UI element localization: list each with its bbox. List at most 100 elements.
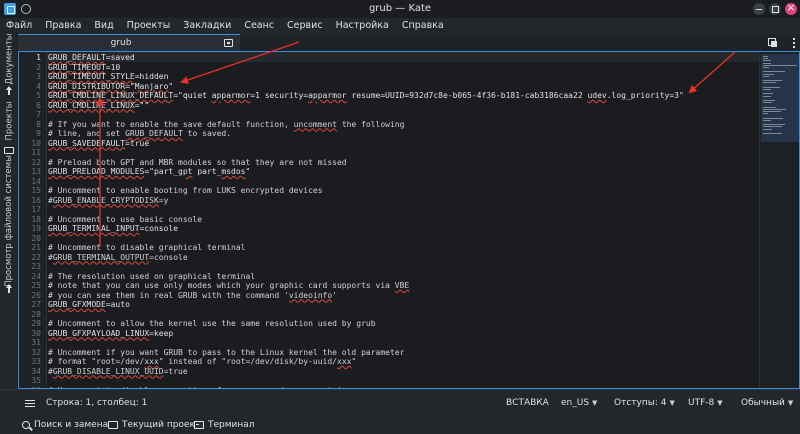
minimap-line: [763, 71, 786, 73]
tab-bar: grub: [18, 34, 800, 51]
code-line[interactable]: # format "root=/dev/xxx" instead of "roo…: [48, 357, 356, 367]
minimap-line: [763, 126, 783, 128]
indent-label: Отступы: 4: [614, 398, 667, 408]
code-line[interactable]: # Uncomment if you want GRUB to pass to …: [48, 348, 404, 358]
menu-bookmarks[interactable]: Закладки: [183, 18, 231, 34]
minimap-line: [763, 102, 772, 104]
upload-icon[interactable]: [4, 284, 14, 293]
cursor-position[interactable]: Строка: 1, столбец: 1: [46, 390, 147, 417]
chevron-down-icon: ▼: [717, 399, 723, 407]
code-line[interactable]: #GRUB_TERMINAL_OUTPUT=console: [48, 253, 188, 263]
menu-settings[interactable]: Настройка: [336, 18, 389, 34]
minimap-line: [763, 64, 797, 66]
code-line[interactable]: GRUB_CMDLINE_LINUX="": [48, 101, 149, 111]
encoding-setting[interactable]: UTF-8 ▼: [688, 390, 723, 417]
input-mode[interactable]: ВСТАВКА: [506, 390, 549, 417]
chevron-down-icon: ▼: [592, 399, 598, 407]
code-line[interactable]: # Uncomment to use basic console: [48, 215, 202, 225]
minimap-line: [763, 80, 782, 82]
menu-sessions[interactable]: Сеанс: [244, 18, 274, 34]
close-button[interactable]: [785, 2, 797, 15]
code-line[interactable]: GRUB_TERMINAL_INPUT=console: [48, 224, 178, 234]
left-sidebar: Документы Проекты Просмотр файловой сист…: [0, 34, 18, 389]
folder-icon: [108, 421, 118, 429]
code-line[interactable]: #GRUB_DISABLE_LINUX_UUID=true: [48, 367, 188, 377]
sidebar-tab-projects[interactable]: Проекты: [0, 98, 18, 144]
code-line[interactable]: # you can see them in real GRUB with the…: [48, 291, 337, 301]
chevron-down-icon: ▼: [787, 399, 794, 407]
window-title: grub — Kate: [368, 3, 432, 14]
minimap-line: [763, 113, 769, 115]
menu-help[interactable]: Справка: [402, 18, 444, 34]
code-line[interactable]: GRUB_TIMEOUT_STYLE=hidden: [48, 72, 168, 82]
code-line[interactable]: # Uncomment to disable graphical termina…: [48, 243, 245, 253]
code-line[interactable]: GRUB_TIMEOUT=10: [48, 63, 120, 73]
minimap-line: [763, 67, 770, 68]
sidebar-tab-documents[interactable]: Документы: [0, 34, 18, 85]
tab-grub[interactable]: grub: [18, 34, 240, 51]
toolview-label: Поиск и замена: [34, 420, 109, 430]
folder-icon[interactable]: [4, 147, 14, 154]
minimap-line: [763, 108, 786, 110]
syntax-label: Обычный: [741, 398, 785, 408]
code-line[interactable]: # note that you can use only modes which…: [48, 281, 409, 291]
minimap-line: [763, 111, 781, 112]
minimap-line: [763, 60, 771, 62]
menu-bar: Файл Правка Вид Проекты Закладки Сеанс С…: [0, 18, 800, 34]
language-dictionary[interactable]: en_US ▼: [561, 390, 597, 417]
maximize-button[interactable]: [769, 3, 781, 15]
code-editor[interactable]: 1 2 3 4 5 6 7 8 9 10 11 12 13 14 15 16 17 18 19 20 21 22 23 24 2…: [18, 51, 800, 395]
menu-projects[interactable]: Проекты: [127, 18, 171, 34]
title-bar: grub — Kate: [0, 0, 800, 18]
more-options-icon[interactable]: [792, 37, 796, 48]
menu-edit[interactable]: Правка: [45, 18, 81, 34]
terminal-icon: [194, 421, 204, 429]
tab-close-icon[interactable]: [224, 39, 233, 47]
minimap-line: [763, 86, 781, 88]
minimap-line: [763, 117, 784, 119]
minimap-line: [763, 100, 776, 101]
minimize-button[interactable]: [753, 3, 765, 15]
syntax-mode[interactable]: Обычный ▼: [741, 390, 793, 417]
minimap-line: [763, 73, 775, 75]
menu-file[interactable]: Файл: [6, 18, 32, 34]
tab-label: grub: [110, 38, 132, 48]
toolview-terminal[interactable]: Терминал: [194, 416, 255, 434]
minimap-line: [763, 106, 776, 108]
code-line[interactable]: GRUB_PRELOAD_MODULES="part_gpt part_msdo…: [48, 167, 250, 177]
code-line[interactable]: GRUB_DISTRIBUTOR="Manjaro": [48, 82, 173, 92]
code-line[interactable]: #GRUB_ENABLE_CRYPTODISK=y: [48, 196, 168, 206]
minimap-line: [763, 95, 772, 97]
code-line[interactable]: # The resolution used on graphical termi…: [48, 272, 255, 282]
indentation-setting[interactable]: Отступы: 4 ▼: [614, 390, 675, 417]
menu-view[interactable]: Вид: [94, 18, 113, 34]
split-view-icon[interactable]: [768, 38, 778, 48]
toolview-current-project[interactable]: Текущий проект: [108, 416, 200, 434]
code-line[interactable]: GRUB_DEFAULT=saved: [48, 53, 135, 63]
upload-icon[interactable]: [4, 86, 14, 95]
code-line[interactable]: GRUB_SAVEDEFAULT=true: [48, 139, 149, 149]
code-line[interactable]: GRUB_CMDLINE_LINUX_DEFAULT="quiet apparm…: [48, 91, 684, 101]
toolview-label: Терминал: [208, 420, 255, 430]
chevron-down-icon: ▼: [669, 399, 675, 407]
minimap-line: [763, 124, 786, 126]
code-line[interactable]: # line, and set GRUB_DEFAULT to saved.: [48, 129, 231, 139]
code-line[interactable]: GRUB_GFXMODE=auto: [48, 300, 130, 310]
encoding-label: UTF-8: [688, 398, 715, 408]
code-line[interactable]: # Preload both GPT and MBR modules so th…: [48, 158, 347, 168]
search-icon: [22, 421, 30, 429]
sidebar-tab-filesystem[interactable]: Просмотр файловой системы: [0, 155, 18, 287]
sidebar-tab-label: Проекты: [4, 101, 15, 141]
minimap-line: [763, 62, 771, 64]
code-line[interactable]: # Uncomment to enable booting from LUKS …: [48, 186, 323, 196]
minimap[interactable]: [759, 52, 799, 388]
code-line[interactable]: # Uncomment to allow the kernel use the …: [48, 319, 376, 329]
minimap-line: [763, 93, 773, 95]
toolview-search-replace[interactable]: Поиск и замена: [22, 416, 108, 434]
code-line[interactable]: # Uncomment to disable generation of rec…: [48, 386, 351, 389]
code-line[interactable]: # If you want to enable the save default…: [48, 120, 404, 130]
code-line[interactable]: GRUB_GFXPAYLOAD_LINUX=keep: [48, 329, 173, 339]
menu-lines-icon[interactable]: [25, 400, 35, 407]
code-area[interactable]: GRUB_DEFAULT=saved GRUB_TIMEOUT=10 GRUB_TI…: [19, 52, 759, 388]
menu-tools[interactable]: Сервис: [287, 18, 323, 34]
